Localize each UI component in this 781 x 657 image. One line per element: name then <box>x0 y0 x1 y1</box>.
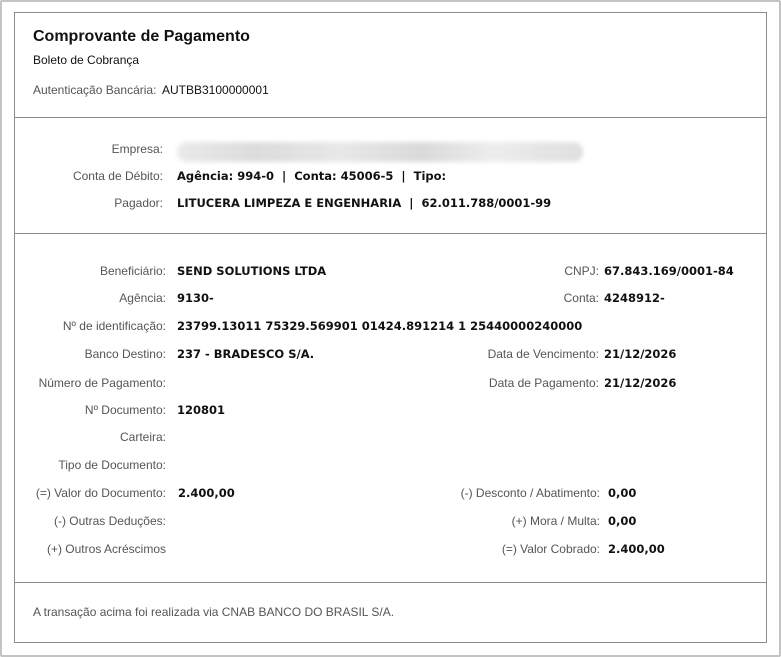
conta-debito-value: Agência: 994-0 | Conta: 45006-5 | Tipo: <box>177 169 447 183</box>
valor-cobrado-value: 2.400,00 <box>608 542 665 556</box>
documento-value: 120801 <box>177 403 226 417</box>
receipt-title: Comprovante de Pagamento <box>33 28 250 45</box>
data-pagamento-value: 21/12/2026 <box>604 376 677 390</box>
mora-label: (+) Mora / Multa: <box>511 514 600 528</box>
empresa-redacted <box>177 142 583 162</box>
banco-destino-label: Banco Destino: <box>84 347 166 361</box>
agencia-value: 9130- <box>177 291 214 305</box>
numero-pagamento-label: Número de Pagamento: <box>38 376 166 390</box>
cnpj-value: 67.843.169/0001-84 <box>604 264 734 278</box>
vencimento-label: Data de Vencimento: <box>487 347 599 361</box>
outros-acrescimos-label: (+) Outros Acréscimos <box>46 542 166 556</box>
outras-deducoes-label: (-) Outras Deduções: <box>53 514 166 528</box>
valor-documento-value: 2.400,00 <box>178 486 235 500</box>
valor-documento-label: (=) Valor do Documento: <box>35 486 166 500</box>
pagador-label: Pagador: <box>114 196 163 210</box>
section-divider <box>15 582 766 583</box>
cnpj-label: CNPJ: <box>564 264 599 278</box>
conta-debito-label: Conta de Débito: <box>72 169 163 183</box>
beneficiario-value: SEND SOLUTIONS LTDA <box>177 264 327 278</box>
auth-label: Autenticação Bancária: <box>33 83 157 97</box>
carteira-label: Carteira: <box>119 430 166 444</box>
vencimento-value: 21/12/2026 <box>604 347 677 361</box>
section-divider <box>15 233 766 234</box>
receipt-subtitle: Boleto de Cobrança <box>33 53 140 67</box>
beneficiario-label: Beneficiário: <box>99 264 166 278</box>
auth-value: AUTBB3100000001 <box>162 83 269 97</box>
valor-cobrado-label: (=) Valor Cobrado: <box>501 542 600 556</box>
payment-receipt: Comprovante de Pagamento Boleto de Cobra… <box>14 12 767 643</box>
footer-note: A transação acima foi realizada via CNAB… <box>33 605 395 619</box>
conta-value: 4248912- <box>604 291 665 305</box>
data-pagamento-label: Data de Pagamento: <box>488 376 599 390</box>
desconto-value: 0,00 <box>608 486 637 500</box>
identificacao-value: 23799.13011 75329.569901 01424.891214 1 … <box>177 319 583 333</box>
mora-value: 0,00 <box>608 514 637 528</box>
tipo-documento-label: Tipo de Documento: <box>58 458 166 472</box>
section-divider <box>15 117 766 118</box>
identificacao-label: Nº de identificação: <box>62 319 166 333</box>
banco-destino-value: 237 - BRADESCO S/A. <box>177 347 315 361</box>
agencia-label: Agência: <box>119 291 166 305</box>
conta-label: Conta: <box>563 291 599 305</box>
documento-label: Nº Documento: <box>84 403 166 417</box>
desconto-label: (-) Desconto / Abatimento: <box>460 486 600 500</box>
pagador-value: LITUCERA LIMPEZA E ENGENHARIA | 62.011.7… <box>177 196 552 210</box>
empresa-label: Empresa: <box>111 142 163 156</box>
